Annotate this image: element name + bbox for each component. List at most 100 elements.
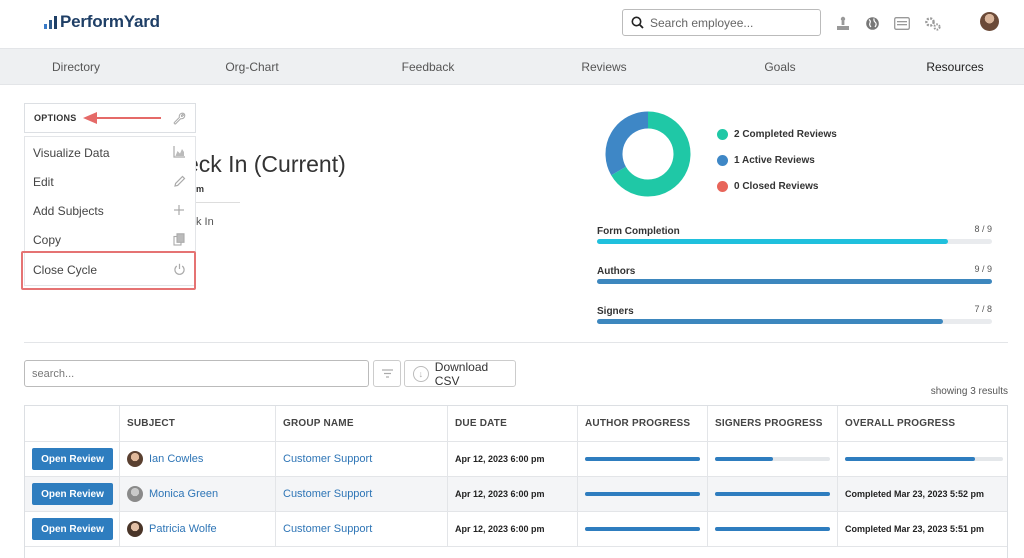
due-date: Apr 12, 2023 6:00 pm bbox=[455, 454, 545, 464]
menu-item-label: Copy bbox=[33, 232, 62, 247]
bar-fill bbox=[715, 457, 773, 461]
menu-close-cycle[interactable]: Close Cycle bbox=[25, 255, 195, 284]
reviews-donut-chart bbox=[605, 111, 691, 197]
open-review-button[interactable]: Open Review bbox=[32, 483, 113, 505]
overall-progress-cell: Completed Mar 23, 2023 5:51 pm bbox=[837, 512, 1007, 546]
header-author-progress: AUTHOR PROGRESS bbox=[577, 406, 707, 441]
menu-edit[interactable]: Edit bbox=[25, 167, 195, 196]
employee-search-input[interactable] bbox=[650, 15, 810, 30]
options-menu: Visualize Data Edit Add Subjects Copy Cl… bbox=[24, 136, 196, 286]
user-avatar[interactable] bbox=[980, 12, 999, 31]
download-csv-button[interactable]: ↓ Download CSV bbox=[404, 359, 516, 388]
subject-cell: Patricia Wolfe bbox=[119, 512, 275, 546]
nav-resources[interactable]: Resources bbox=[926, 60, 983, 74]
legend-active: 1 Active Reviews bbox=[717, 147, 837, 173]
overall-progress-cell bbox=[837, 442, 1007, 476]
progress-count: 8 / 9 bbox=[974, 224, 992, 234]
author-progress-bar bbox=[585, 527, 700, 531]
copy-icon bbox=[172, 232, 186, 246]
nav-org-chart[interactable]: Org-Chart bbox=[225, 60, 278, 74]
due-date-cell: Apr 12, 2023 6:00 pm bbox=[447, 442, 577, 476]
signers-progress-cell bbox=[707, 442, 837, 476]
header-group-name: GROUP NAME bbox=[275, 406, 447, 441]
subject-cell: Monica Green bbox=[119, 477, 275, 511]
group-cell: Customer Support bbox=[275, 477, 447, 511]
due-date-cell: Apr 12, 2023 6:00 pm bbox=[447, 512, 577, 546]
subject-avatar bbox=[127, 486, 143, 502]
group-link[interactable]: Customer Support bbox=[283, 453, 372, 465]
group-cell: Customer Support bbox=[275, 442, 447, 476]
progress-label: Form Completion bbox=[597, 226, 680, 237]
legend-closed: 0 Closed Reviews bbox=[717, 173, 837, 199]
power-icon bbox=[172, 262, 186, 276]
performyard-logo[interactable]: PerformYard bbox=[44, 12, 160, 32]
author-progress-cell bbox=[577, 477, 707, 511]
results-count: showing 3 results bbox=[930, 386, 1008, 397]
section-divider bbox=[24, 342, 1008, 343]
open-review-button[interactable]: Open Review bbox=[32, 448, 113, 470]
menu-item-label: Edit bbox=[33, 174, 54, 189]
progress-fill bbox=[597, 319, 943, 324]
employee-search-box[interactable] bbox=[622, 9, 821, 36]
title-divider bbox=[196, 202, 240, 203]
chart-icon bbox=[172, 145, 186, 159]
logo-bars-icon bbox=[44, 15, 57, 29]
bar-fill bbox=[585, 492, 700, 496]
bar-fill bbox=[715, 492, 830, 496]
download-csv-label: Download CSV bbox=[434, 359, 489, 388]
subject-link[interactable]: Ian Cowles bbox=[149, 453, 203, 465]
donut-slice-1 bbox=[605, 111, 649, 176]
org-icon[interactable] bbox=[835, 15, 851, 31]
search-icon bbox=[631, 16, 644, 29]
group-link[interactable]: Customer Support bbox=[283, 488, 372, 500]
subject-link[interactable]: Monica Green bbox=[149, 488, 218, 500]
author-progress-bar bbox=[585, 457, 700, 461]
signers-progress-bar bbox=[715, 457, 830, 461]
legend-label: 1 Active Reviews bbox=[734, 154, 815, 166]
globe-icon[interactable] bbox=[864, 15, 880, 31]
author-progress-bar bbox=[585, 492, 700, 496]
top-header: PerformYard bbox=[0, 0, 1024, 48]
signers-progress-cell bbox=[707, 512, 837, 546]
legend-label: 0 Closed Reviews bbox=[734, 180, 819, 192]
overall-progress-cell: Completed Mar 23, 2023 5:52 pm bbox=[837, 477, 1007, 511]
id-card-icon[interactable] bbox=[894, 15, 910, 31]
bar-fill bbox=[845, 457, 975, 461]
progress-label: Authors bbox=[597, 266, 636, 277]
nav-reviews[interactable]: Reviews bbox=[581, 60, 626, 74]
subject-link[interactable]: Patricia Wolfe bbox=[149, 523, 217, 535]
author-progress-cell bbox=[577, 512, 707, 546]
group-link[interactable]: Customer Support bbox=[283, 523, 372, 535]
subject-avatar bbox=[127, 521, 143, 537]
menu-add-subjects[interactable]: Add Subjects bbox=[25, 196, 195, 225]
open-review-button[interactable]: Open Review bbox=[32, 518, 113, 540]
nav-feedback[interactable]: Feedback bbox=[402, 60, 455, 74]
due-date: Apr 12, 2023 6:00 pm bbox=[455, 524, 545, 534]
filter-button[interactable] bbox=[373, 360, 401, 387]
menu-item-label: Close Cycle bbox=[33, 262, 98, 277]
signers-progress-bar bbox=[715, 492, 830, 496]
menu-visualize-data[interactable]: Visualize Data bbox=[25, 138, 195, 167]
progress-label: Signers bbox=[597, 306, 634, 317]
cycle-form-name: k In bbox=[196, 216, 214, 228]
header-subject: SUBJECT bbox=[119, 406, 275, 441]
red-arrow-annotation bbox=[83, 112, 161, 124]
progress-track bbox=[597, 239, 992, 244]
table-search-input[interactable] bbox=[24, 360, 369, 387]
form-completion-progress: Form Completion 8 / 9 bbox=[597, 223, 992, 244]
gears-icon[interactable] bbox=[924, 15, 942, 31]
filter-icon bbox=[381, 369, 393, 378]
progress-count: 7 / 8 bbox=[974, 304, 992, 314]
completed-status: Completed Mar 23, 2023 5:52 pm bbox=[845, 489, 985, 499]
header-overall-progress: OVERALL PROGRESS bbox=[837, 406, 1007, 441]
reviews-legend: 2 Completed Reviews 1 Active Reviews 0 C… bbox=[717, 121, 837, 199]
wrench-icon bbox=[173, 112, 186, 128]
nav-goals[interactable]: Goals bbox=[764, 60, 795, 74]
main-nav: Directory Org-Chart Feedback Reviews Goa… bbox=[0, 48, 1024, 85]
menu-copy[interactable]: Copy bbox=[25, 225, 195, 254]
nav-directory[interactable]: Directory bbox=[52, 60, 100, 74]
options-label: OPTIONS bbox=[34, 113, 77, 123]
table-empty-area bbox=[24, 543, 1008, 558]
actions-cell: Open Review bbox=[25, 512, 119, 546]
reviews-table: SUBJECT GROUP NAME DUE DATE AUTHOR PROGR… bbox=[24, 405, 1008, 547]
